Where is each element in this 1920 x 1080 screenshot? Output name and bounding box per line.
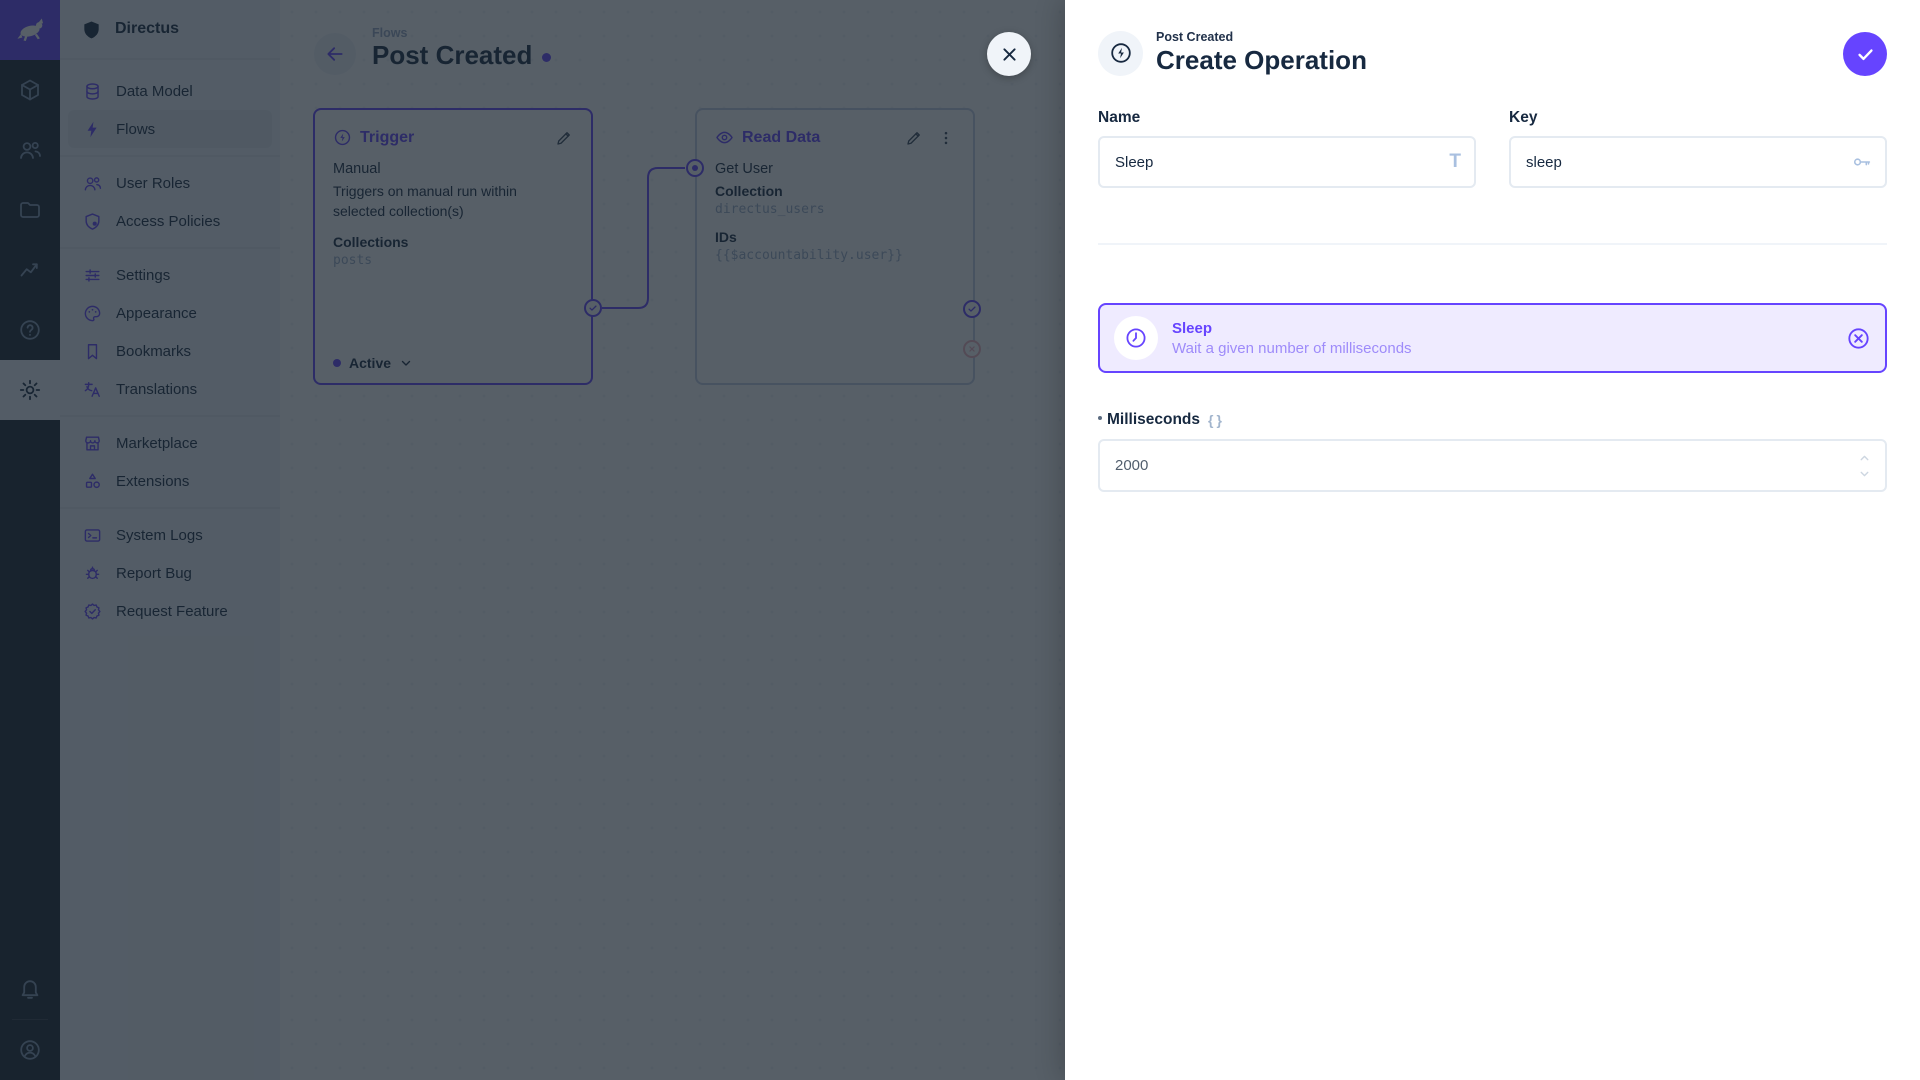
drawer-title: Create Operation xyxy=(1156,45,1367,75)
operation-card-texts: Sleep Wait a given number of millisecond… xyxy=(1172,320,1846,357)
close-drawer-button[interactable] xyxy=(987,32,1031,76)
drawer-header-icon-circle xyxy=(1098,30,1143,76)
operation-card-description: Wait a given number of milliseconds xyxy=(1172,339,1412,357)
milliseconds-label-row: Milliseconds {} xyxy=(1098,411,1887,429)
drawer-overlay[interactable] xyxy=(0,0,1065,1080)
key-input-wrap xyxy=(1509,136,1887,188)
selected-operation-card[interactable]: Sleep Wait a given number of millisecond… xyxy=(1098,303,1887,373)
drawer-titles: Post Created Create Operation xyxy=(1156,30,1367,76)
key-input[interactable] xyxy=(1509,136,1887,188)
title-formatter-icon: T xyxy=(1449,151,1461,172)
circle-x-icon xyxy=(1848,327,1869,349)
clock-icon xyxy=(1126,328,1146,348)
number-stepper xyxy=(1858,451,1871,480)
deselect-operation-button[interactable] xyxy=(1846,326,1871,351)
milliseconds-label: Milliseconds xyxy=(1107,411,1201,428)
name-field-label: Name xyxy=(1098,109,1141,126)
directus-app: Directus Data Model Flows User Roles xyxy=(0,0,1920,1080)
create-operation-drawer: Post Created Create Operation Name T Key xyxy=(1065,0,1920,1080)
name-key-fields: Name T Key xyxy=(1098,109,1887,188)
raw-value-toggle-icon[interactable]: {} xyxy=(1208,412,1225,428)
check-icon xyxy=(1857,48,1873,60)
save-operation-button[interactable] xyxy=(1843,32,1887,76)
bolt-circle-icon xyxy=(1110,43,1131,63)
name-input[interactable] xyxy=(1098,136,1476,188)
required-indicator xyxy=(1098,416,1102,420)
milliseconds-input[interactable] xyxy=(1098,439,1887,492)
operation-icon-circle xyxy=(1114,316,1158,360)
key-field-label: Key xyxy=(1509,109,1538,126)
drawer-breadcrumb: Post Created xyxy=(1156,30,1234,44)
stepper-down-icon[interactable] xyxy=(1858,467,1871,480)
name-field-group: Name T xyxy=(1098,109,1476,188)
stepper-up-icon[interactable] xyxy=(1858,451,1871,464)
drawer-header: Post Created Create Operation xyxy=(1098,0,1887,76)
name-input-wrap: T xyxy=(1098,136,1476,188)
key-field-group: Key xyxy=(1509,109,1887,188)
operation-card-title: Sleep xyxy=(1172,319,1213,337)
drawer-divider xyxy=(1098,243,1887,245)
milliseconds-input-wrap xyxy=(1098,439,1887,492)
close-icon xyxy=(1002,47,1016,61)
key-icon xyxy=(1851,152,1872,173)
